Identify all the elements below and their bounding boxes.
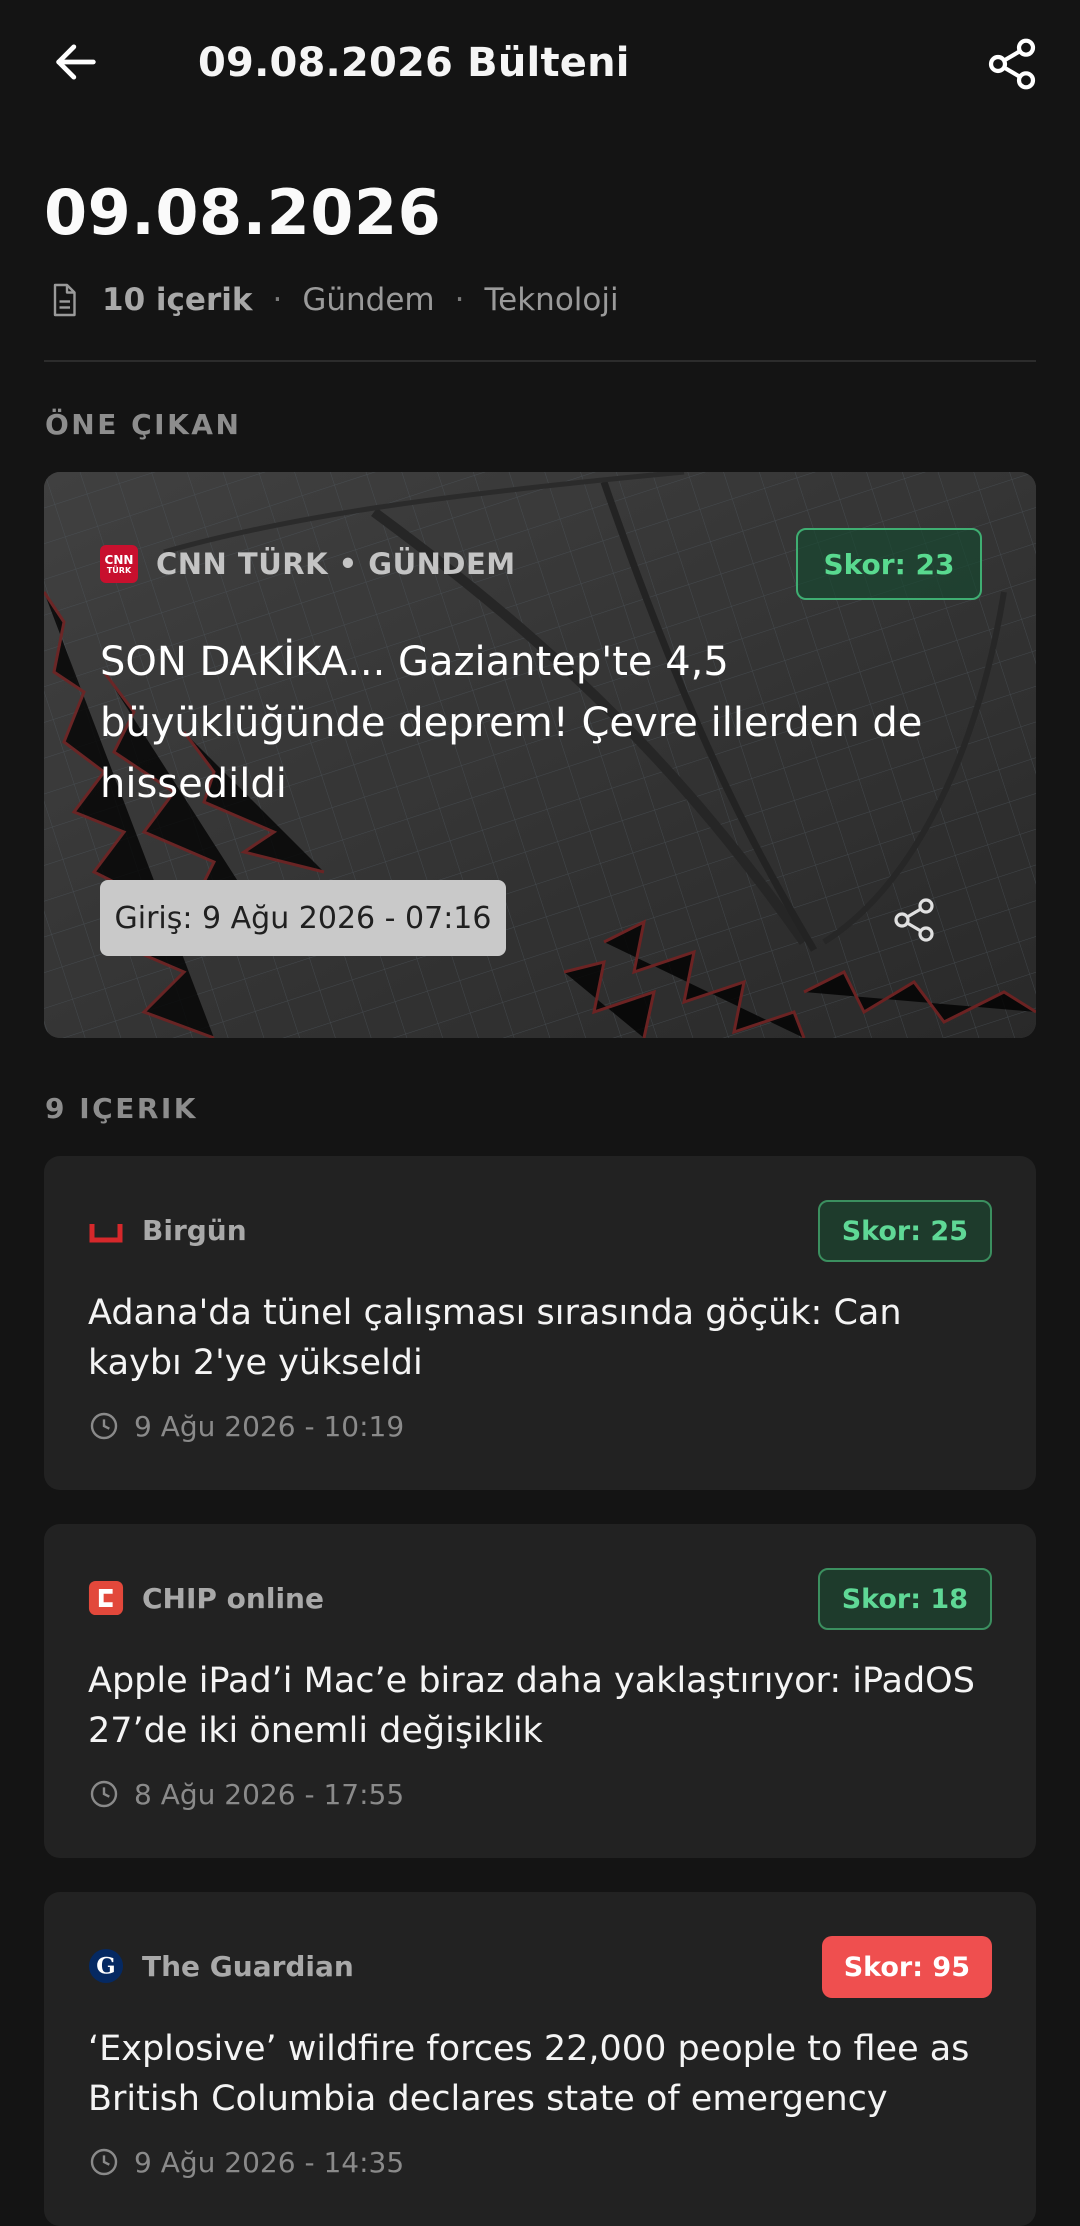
source-name: Birgün	[142, 1213, 247, 1247]
app-bar: 09.08.2026 Bülteni	[0, 0, 1080, 134]
category-teknoloji: Teknoloji	[484, 282, 619, 318]
featured-date-chip: Giriş: 9 Ağu 2026 - 07:16	[100, 880, 506, 956]
clock-icon	[90, 1412, 118, 1440]
back-button[interactable]	[44, 30, 108, 94]
bulletin-meta: 10 içerik · Gündem · Teknoloji	[46, 278, 619, 322]
guardian-logo: G	[88, 1948, 124, 1984]
news-card[interactable]: G The Guardian Skor: 95 ‘Explosive’ wild…	[44, 1892, 1036, 2226]
bulletin-date-heading: 09.08.2026	[44, 176, 442, 249]
share-button[interactable]	[980, 32, 1044, 96]
chip-logo	[88, 1580, 124, 1616]
score-badge: Skor: 18	[817, 1568, 992, 1630]
meta-separator: ·	[454, 282, 465, 318]
divider	[44, 360, 1036, 362]
featured-card[interactable]: CNN TÜRK CNN TÜRK • GÜNDEM Skor: 23 SON …	[44, 472, 1036, 1038]
arrow-left-icon	[56, 44, 96, 80]
clock-icon	[90, 1780, 118, 1808]
score-badge: Skor: 95	[821, 1936, 992, 1998]
featured-source: CNN TÜRK CNN TÜRK • GÜNDEM	[100, 542, 516, 586]
featured-share-button[interactable]	[886, 892, 942, 948]
content-count: 10 içerik	[102, 282, 253, 318]
source-name: The Guardian	[142, 1949, 354, 1983]
score-badge: Skor: 25	[817, 1200, 992, 1262]
card-time: 9 Ağu 2026 - 14:35	[88, 2142, 404, 2182]
source-name: CHIP online	[142, 1581, 324, 1615]
featured-score-badge: Skor: 23	[796, 528, 982, 600]
time-label: 9 Ağu 2026 - 14:35	[134, 2145, 405, 2179]
news-card[interactable]: CHIP online Skor: 18 Apple iPad’i Mac’e …	[44, 1524, 1036, 1858]
news-card[interactable]: Birgün Skor: 25 Adana'da tünel çalışması…	[44, 1156, 1036, 1490]
share-icon	[894, 898, 934, 942]
featured-title: SON DAKİKA... Gaziantep'te 4,5 büyüklüğü…	[100, 639, 923, 807]
card-source: CHIP online	[88, 1578, 324, 1618]
card-time: 8 Ağu 2026 - 17:55	[88, 1774, 404, 1814]
birgun-logo	[88, 1212, 124, 1248]
document-icon	[53, 283, 76, 317]
card-title: Adana'da tünel çalışması sırasında göçük…	[88, 1293, 902, 1383]
clock-icon	[90, 2148, 118, 2176]
time-label: 8 Ağu 2026 - 17:55	[134, 1777, 405, 1811]
share-icon	[988, 38, 1036, 90]
cnn-turk-logo: CNN TÜRK	[100, 545, 138, 583]
featured-section-label: ÖNE ÇIKAN	[45, 408, 242, 441]
card-title: ‘Explosive’ wildfire forces 22,000 peopl…	[88, 2029, 970, 2119]
time-label: 9 Ağu 2026 - 10:19	[134, 1409, 405, 1443]
card-source: G The Guardian	[88, 1946, 354, 1986]
card-time: 9 Ağu 2026 - 10:19	[88, 1406, 404, 1446]
card-title: Apple iPad’i Mac’e biraz daha yaklaştırı…	[88, 1661, 975, 1751]
meta-separator: ·	[272, 282, 283, 318]
card-source: Birgün	[88, 1210, 247, 1250]
featured-source-label: CNN TÜRK • GÜNDEM	[156, 547, 516, 581]
list-section-label: 9 IÇERIK	[45, 1092, 198, 1125]
app-bar-title: 09.08.2026 Bülteni	[198, 40, 630, 86]
category-gundem: Gündem	[302, 282, 435, 318]
svg-text:G: G	[96, 1954, 115, 1980]
